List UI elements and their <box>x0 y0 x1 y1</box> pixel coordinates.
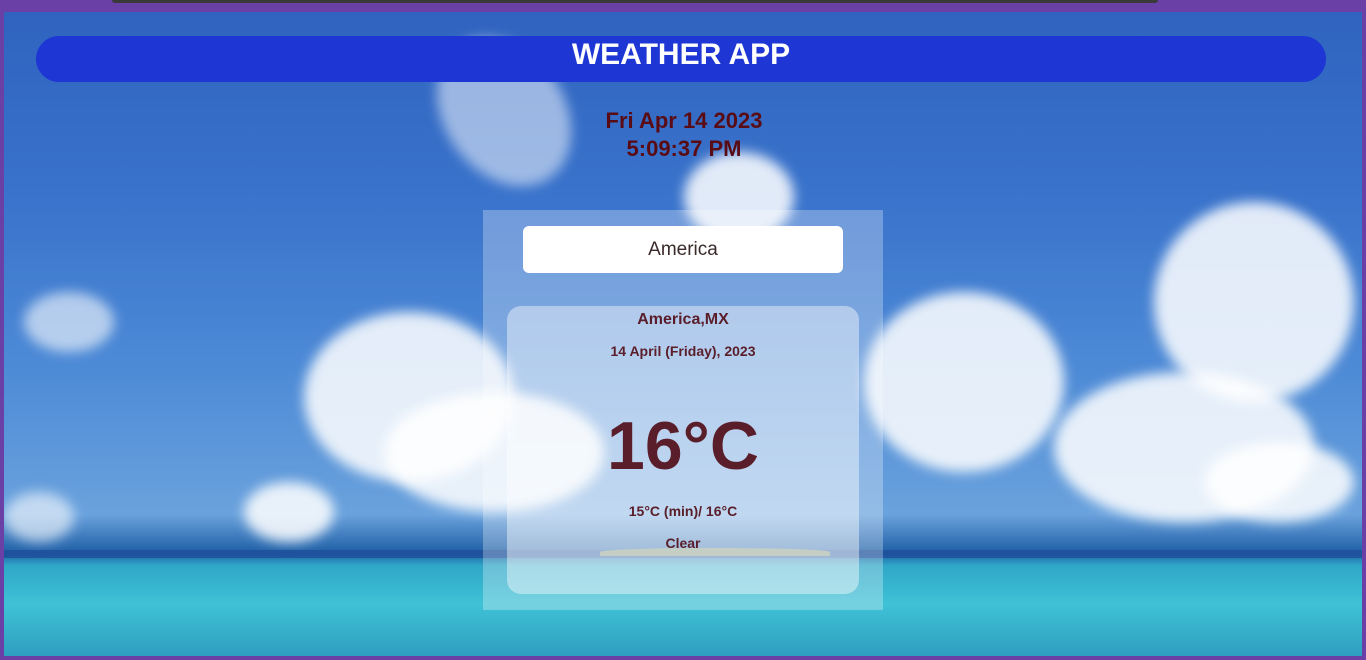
weather-card: America,MX 14 April (Friday), 2023 16°C … <box>507 306 859 594</box>
app-title: WEATHER APP <box>571 38 791 71</box>
cloud <box>4 492 74 542</box>
min-max-temperature: 15°C (min)/ 16°C <box>628 503 738 519</box>
window-border-bottom <box>0 656 1366 660</box>
temperature-value: 16°C <box>607 408 759 484</box>
cloud <box>244 482 334 542</box>
app-header: WEATHER APP <box>36 36 1326 82</box>
city-search-input[interactable] <box>523 226 843 273</box>
browser-chrome <box>0 0 1366 12</box>
location-label: America,MX <box>637 311 729 328</box>
cloud <box>1204 442 1354 522</box>
current-datetime: Fri Apr 14 2023 5:09:37 PM <box>484 107 884 163</box>
weather-date: 14 April (Friday), 2023 <box>610 343 756 359</box>
window-border-left <box>0 12 4 660</box>
weather-condition: Clear <box>665 535 701 551</box>
window-border-right <box>1362 12 1366 660</box>
cloud <box>864 292 1064 472</box>
browser-tab-strip <box>112 0 1158 3</box>
weather-panel: America,MX 14 April (Friday), 2023 16°C … <box>483 210 883 610</box>
current-time: 5:09:37 PM <box>626 136 742 161</box>
cloud <box>24 292 114 352</box>
current-date: Fri Apr 14 2023 <box>605 108 763 133</box>
background-scene: WEATHER APP Fri Apr 14 2023 5:09:37 PM A… <box>4 12 1362 656</box>
